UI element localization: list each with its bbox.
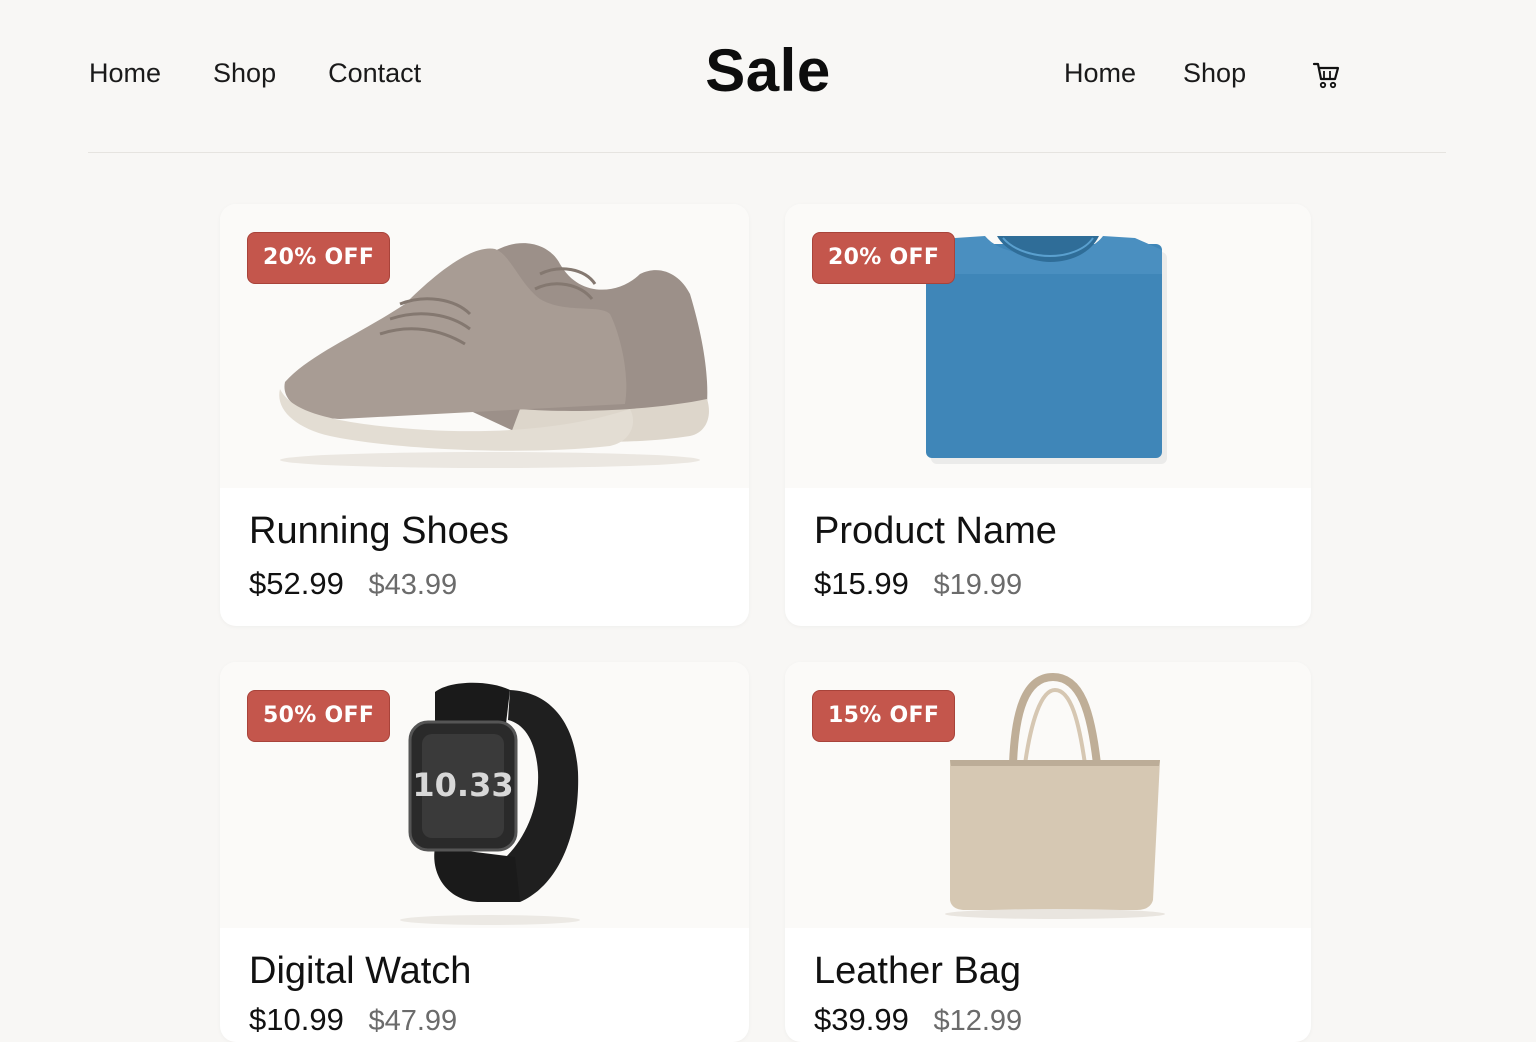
sale-price: $10.99 (249, 1002, 344, 1037)
page-title: Sale (705, 37, 831, 104)
price-row: $52.99 $43.99 (249, 566, 457, 602)
discount-badge: 50% OFF (247, 690, 391, 742)
product-name[interactable]: Digital Watch (249, 950, 471, 993)
nav-shop-link-right[interactable]: Shop (1183, 58, 1246, 89)
original-price: $12.99 (933, 1005, 1023, 1037)
product-card[interactable]: 20% OFF Product Name $15.99 $19.99 (785, 204, 1311, 626)
sale-price: $15.99 (814, 566, 909, 601)
sale-price: $39.99 (814, 1002, 909, 1037)
product-card[interactable]: 15% OFF Leather Bag $39.99 $12.99 (785, 662, 1311, 1042)
product-name[interactable]: Product Name (814, 510, 1057, 553)
product-card[interactable]: 20% OFF Running Shoes $52.99 $43.99 (220, 204, 749, 626)
price-row: $10.99 $47.99 (249, 1002, 457, 1038)
discount-badge: 20% OFF (247, 232, 391, 284)
product-card[interactable]: 10.33 50% OFF Digital Watch $10.99 $47.9… (220, 662, 749, 1042)
original-price: $43.99 (368, 569, 458, 601)
original-price: $47.99 (368, 1005, 458, 1037)
site-header: Home Shop Contact Sale Home Shop (0, 0, 1536, 153)
nav-right: Home Shop (1064, 58, 1293, 89)
original-price: $19.99 (933, 569, 1023, 601)
watch-display-time: 10.33 (412, 766, 513, 804)
header-divider (88, 152, 1446, 153)
product-name[interactable]: Leather Bag (814, 950, 1021, 993)
shopping-cart-icon[interactable] (1311, 60, 1341, 90)
discount-badge: 15% OFF (812, 690, 956, 742)
sale-price: $52.99 (249, 566, 344, 601)
price-row: $39.99 $12.99 (814, 1002, 1022, 1038)
discount-badge: 20% OFF (812, 232, 956, 284)
nav-home-link-right[interactable]: Home (1064, 58, 1136, 89)
price-row: $15.99 $19.99 (814, 566, 1022, 602)
product-name[interactable]: Running Shoes (249, 510, 509, 553)
